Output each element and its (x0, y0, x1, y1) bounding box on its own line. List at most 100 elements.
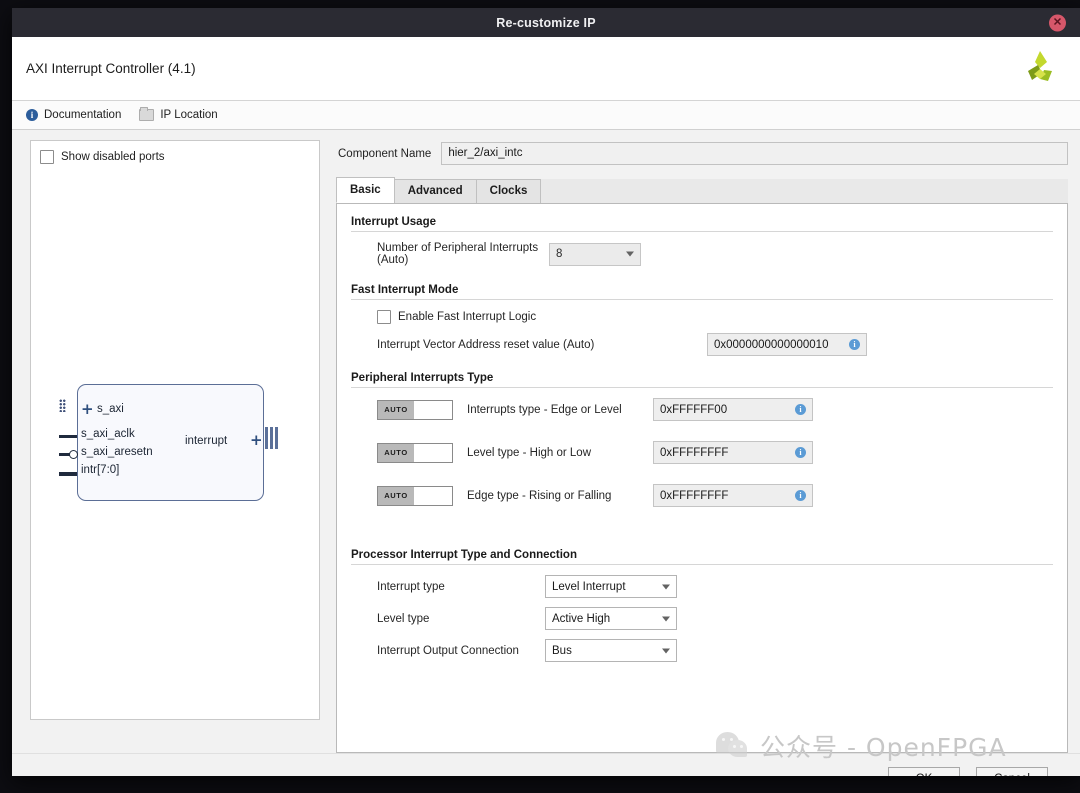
auto-toggle-badge: AUTO (378, 401, 414, 419)
close-icon[interactable]: ✕ (1049, 14, 1066, 31)
interrupt-output-connection-label: Interrupt Output Connection (377, 645, 545, 657)
component-name-input[interactable]: hier_2/axi_intc (441, 142, 1068, 165)
s-axi-aresetn-invert-icon (69, 450, 78, 459)
dialog-footer: OK Cancel (12, 753, 1080, 776)
intr-pin-icon (59, 472, 77, 476)
ip-block-body (77, 384, 264, 501)
section-processor-title: Processor Interrupt Type and Connection (351, 549, 1053, 565)
port-label-s-axi: s_axi (97, 403, 124, 415)
tab-advanced[interactable]: Advanced (394, 179, 477, 203)
processor-interrupt-type-value: Level Interrupt (552, 581, 626, 593)
ip-symbol-panel: Show disabled ports + s_axi s_axi_aclk s… (30, 140, 320, 720)
chevron-down-icon (662, 616, 670, 621)
enable-fast-interrupt-label: Enable Fast Interrupt Logic (398, 311, 536, 323)
cancel-button[interactable]: Cancel (976, 767, 1048, 776)
level-type-label: Level type - High or Low (467, 447, 653, 459)
num-interrupts-label: Number of Peripheral Interrupts (Auto) (377, 242, 549, 266)
num-interrupts-dropdown[interactable]: 8 (549, 243, 641, 266)
enable-fast-interrupt-checkbox[interactable] (377, 310, 391, 324)
section-fast-interrupt-title: Fast Interrupt Mode (351, 284, 1053, 300)
processor-level-type-row: Level type Active High (351, 607, 1053, 630)
processor-level-type-value: Active High (552, 613, 610, 625)
window-titlebar: Re-customize IP ✕ (12, 8, 1080, 37)
s-axi-aclk-pin-icon (59, 435, 77, 438)
auto-toggle-badge: AUTO (378, 487, 414, 505)
interrupt-output-connection-row: Interrupt Output Connection Bus (351, 639, 1053, 662)
dialog-body: Show disabled ports + s_axi s_axi_aclk s… (12, 130, 1080, 753)
info-icon[interactable]: i (795, 490, 806, 501)
interrupts-type-value: 0xFFFFFF00 (660, 404, 727, 416)
level-type-field[interactable]: 0xFFFFFFFF i (653, 441, 813, 464)
port-label-s-axi-aclk: s_axi_aclk (81, 428, 135, 440)
ip-location-button[interactable]: IP Location (139, 109, 217, 121)
show-disabled-ports-row[interactable]: Show disabled ports (31, 141, 319, 164)
ip-block-diagram: + s_axi s_axi_aclk s_axi_aresetn intr[7:… (49, 379, 299, 514)
interrupt-bus-pin-icon (265, 427, 278, 449)
info-icon[interactable]: i (795, 447, 806, 458)
interrupts-type-label: Interrupts type - Edge or Level (467, 404, 653, 416)
ip-toolbar: i Documentation IP Location (12, 101, 1080, 130)
auto-toggle-track (414, 444, 452, 462)
chevron-down-icon (662, 648, 670, 653)
enable-fast-interrupt-control[interactable]: Enable Fast Interrupt Logic (377, 310, 536, 324)
edge-type-value: 0xFFFFFFFF (660, 490, 728, 502)
interrupt-output-connection-value: Bus (552, 645, 572, 657)
enable-fast-interrupt-row: Enable Fast Interrupt Logic (351, 310, 1053, 324)
tabstrip: Basic Advanced Clocks (336, 179, 1068, 204)
s-axi-expand-icon[interactable]: + (81, 402, 94, 417)
info-icon[interactable]: i (849, 339, 860, 350)
tab-basic[interactable]: Basic (336, 177, 395, 203)
documentation-button[interactable]: i Documentation (26, 109, 121, 121)
interrupt-expand-icon[interactable]: + (250, 433, 263, 448)
auto-toggle-icon[interactable]: AUTO (377, 443, 453, 463)
port-label-s-axi-aresetn: s_axi_aresetn (81, 446, 153, 458)
num-interrupts-row: Number of Peripheral Interrupts (Auto) 8 (351, 242, 1053, 266)
auto-toggle-track (414, 401, 452, 419)
documentation-label: Documentation (44, 109, 121, 121)
folder-icon (139, 109, 154, 121)
auto-toggle-track (414, 487, 452, 505)
component-name-label: Component Name (338, 148, 431, 160)
port-label-interrupt: interrupt (185, 435, 227, 447)
processor-interrupt-type-label: Interrupt type (377, 581, 545, 593)
interrupt-vector-label: Interrupt Vector Address reset value (Au… (377, 339, 707, 351)
tabs-container: Basic Advanced Clocks (336, 179, 1068, 204)
ip-location-label: IP Location (160, 109, 217, 121)
ip-title: AXI Interrupt Controller (4.1) (26, 61, 196, 76)
edge-type-label: Edge type - Rising or Falling (467, 490, 653, 502)
interrupt-vector-field[interactable]: 0x0000000000000010 i (707, 333, 867, 356)
interrupt-output-connection-dropdown[interactable]: Bus (545, 639, 677, 662)
interrupts-type-field[interactable]: 0xFFFFFF00 i (653, 398, 813, 421)
peripheral-type-row: AUTO Interrupts type - Edge or Level 0xF… (351, 398, 1053, 421)
re-customize-ip-window: Re-customize IP ✕ AXI Interrupt Controll… (12, 8, 1080, 776)
tab-clocks[interactable]: Clocks (476, 179, 542, 203)
peripheral-type-row: AUTO Level type - High or Low 0xFFFFFFFF… (351, 441, 1053, 464)
auto-toggle-badge: AUTO (378, 444, 414, 462)
ip-header: AXI Interrupt Controller (4.1) (12, 37, 1080, 101)
interrupt-vector-row: Interrupt Vector Address reset value (Au… (351, 333, 1053, 356)
show-disabled-ports-checkbox[interactable] (40, 150, 54, 164)
info-icon: i (26, 109, 38, 121)
processor-interrupt-type-dropdown[interactable]: Level Interrupt (545, 575, 677, 598)
s-axi-bus-pin-icon (59, 399, 66, 412)
edge-type-field[interactable]: 0xFFFFFFFF i (653, 484, 813, 507)
window-title: Re-customize IP (496, 16, 596, 30)
processor-interrupt-type-row: Interrupt type Level Interrupt (351, 575, 1053, 598)
info-icon[interactable]: i (795, 404, 806, 415)
xilinx-logo-icon (1020, 49, 1060, 89)
ip-config-panel: Component Name hier_2/axi_intc Basic Adv… (336, 140, 1068, 753)
processor-level-type-label: Level type (377, 613, 545, 625)
auto-toggle-icon[interactable]: AUTO (377, 486, 453, 506)
auto-toggle-icon[interactable]: AUTO (377, 400, 453, 420)
screen: Re-customize IP ✕ AXI Interrupt Controll… (0, 0, 1080, 793)
section-peripheral-types-title: Peripheral Interrupts Type (351, 372, 1053, 388)
level-type-value: 0xFFFFFFFF (660, 447, 728, 459)
chevron-down-icon (626, 252, 634, 257)
processor-level-type-dropdown[interactable]: Active High (545, 607, 677, 630)
section-interrupt-usage-title: Interrupt Usage (351, 216, 1053, 232)
component-name-row: Component Name hier_2/axi_intc (336, 140, 1068, 165)
port-label-intr: intr[7:0] (81, 464, 119, 476)
peripheral-type-row: AUTO Edge type - Rising or Falling 0xFFF… (351, 484, 1053, 507)
num-interrupts-value: 8 (556, 248, 562, 260)
ok-button[interactable]: OK (888, 767, 960, 776)
